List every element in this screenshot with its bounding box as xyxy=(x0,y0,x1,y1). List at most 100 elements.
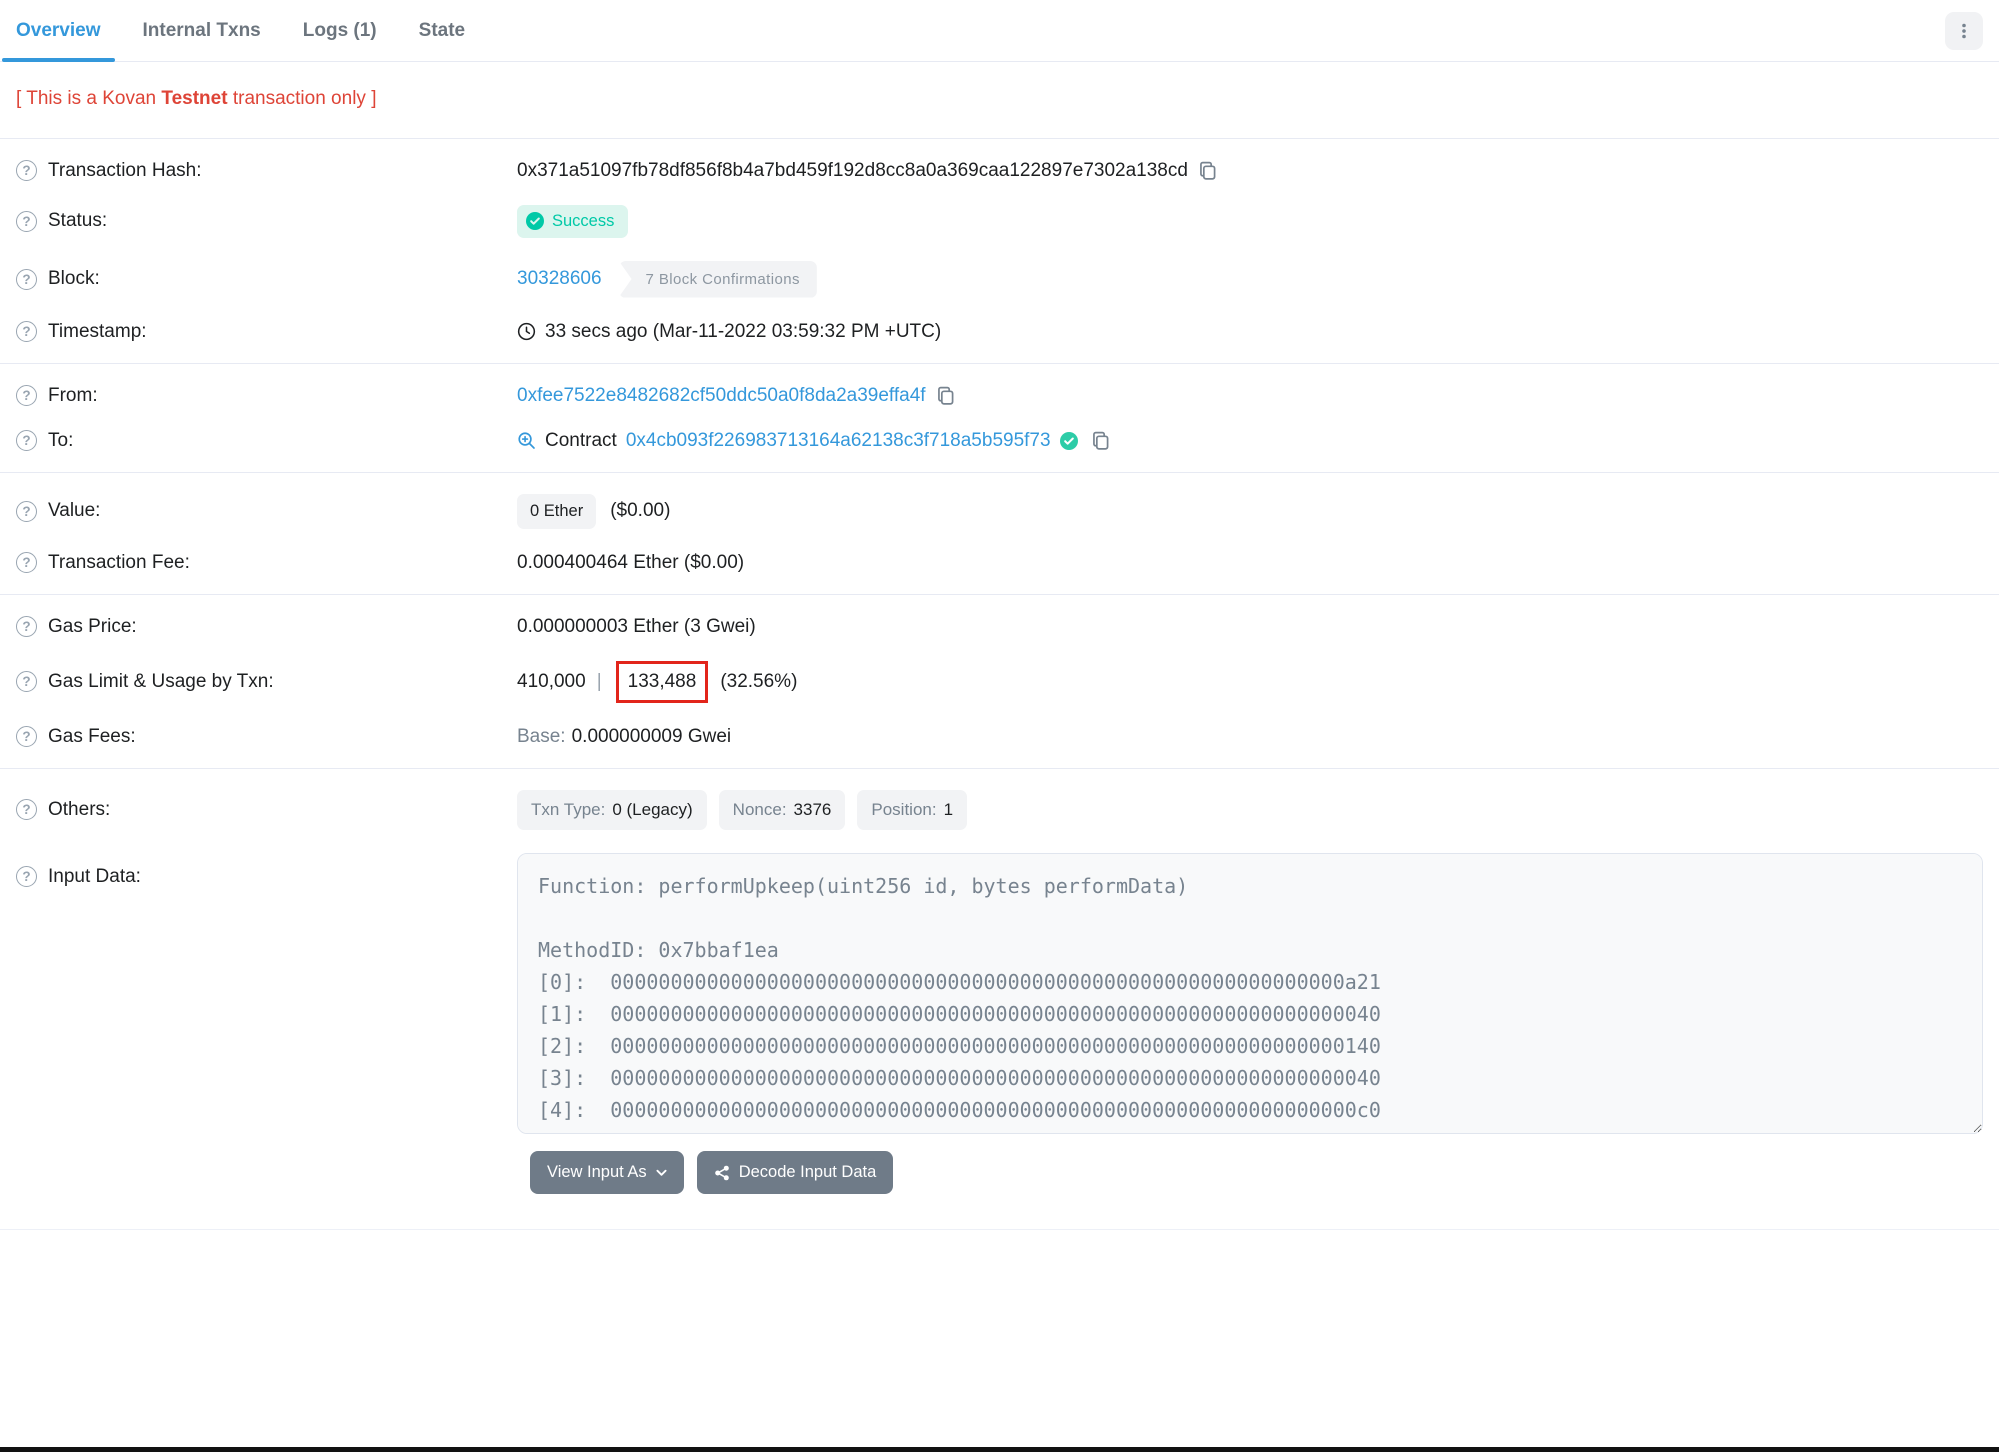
nonce-pill: Nonce: 3376 xyxy=(718,789,846,830)
transaction-fee-value: 0.000400464 Ether ($0.00) xyxy=(517,551,745,573)
section-gas: Gas Price: 0.000000003 Ether (3 Gwei) Ga… xyxy=(0,595,1999,769)
copy-icon xyxy=(1090,430,1111,451)
testnet-warning-suffix: transaction only ] xyxy=(227,88,377,109)
gas-fees-row: Gas Fees: Base: 0.000000009 Gwei xyxy=(16,714,1983,759)
value-row: Value: 0 Ether ($0.00) xyxy=(16,482,1983,540)
help-icon[interactable] xyxy=(16,799,37,820)
view-input-as-button[interactable]: View Input As xyxy=(530,1151,684,1194)
position-pill: Position: 1 xyxy=(857,789,968,830)
gas-limit-usage-label: Gas Limit & Usage by Txn: xyxy=(48,670,274,692)
others-label: Others: xyxy=(48,798,111,820)
block-label: Block: xyxy=(48,268,100,289)
chevron-down-icon xyxy=(656,1169,667,1177)
input-data-row: Input Data: Function: performUpkeep(uint… xyxy=(16,841,1983,1145)
kebab-menu-icon xyxy=(1956,23,1972,39)
help-icon[interactable] xyxy=(16,552,37,573)
txn-type-key: Txn Type: xyxy=(531,799,606,819)
status-badge-label: Success xyxy=(552,211,615,230)
verified-contract-icon xyxy=(1059,431,1078,450)
copy-from-address-button[interactable] xyxy=(935,385,956,406)
section-overview-top: Transaction Hash: 0x371a51097fb78df856f8… xyxy=(0,139,1999,364)
decode-input-data-button[interactable]: Decode Input Data xyxy=(696,1151,894,1194)
from-label: From: xyxy=(48,384,98,406)
to-row: To: Contract 0x4cb093f226983713164a62138… xyxy=(16,418,1983,463)
position-key: Position: xyxy=(871,799,937,819)
help-icon[interactable] xyxy=(16,671,37,692)
decode-icon xyxy=(714,1165,730,1181)
section-others-input: Others: Txn Type: 0 (Legacy) Nonce: 3376… xyxy=(0,769,1999,1230)
copy-to-address-button[interactable] xyxy=(1090,430,1111,451)
testnet-warning: [ This is a Kovan Testnet transaction on… xyxy=(0,62,1999,139)
tab-logs[interactable]: Logs (1) xyxy=(289,0,391,61)
input-data-actions: View Input As Decode Input Data xyxy=(16,1145,1983,1220)
help-icon[interactable] xyxy=(16,430,37,451)
help-icon[interactable] xyxy=(16,726,37,747)
copy-icon xyxy=(1197,160,1218,181)
gas-separator: | xyxy=(596,670,602,692)
value-label: Value: xyxy=(48,500,101,521)
help-icon[interactable] xyxy=(16,385,37,406)
status-label: Status: xyxy=(48,210,108,231)
tab-overview[interactable]: Overview xyxy=(2,0,115,62)
decode-input-data-button-label: Decode Input Data xyxy=(738,1163,877,1181)
block-number-link[interactable]: 30328606 xyxy=(517,268,602,290)
more-options-button[interactable] xyxy=(1945,12,1983,50)
others-row: Others: Txn Type: 0 (Legacy) Nonce: 3376… xyxy=(16,778,1983,841)
block-row: Block: 30328606 7 Block Confirmations xyxy=(16,249,1983,309)
check-circle-icon xyxy=(526,212,544,230)
help-icon[interactable] xyxy=(16,268,37,290)
txn-type-value: 0 (Legacy) xyxy=(612,799,693,819)
help-icon[interactable] xyxy=(16,160,37,181)
nonce-value: 3376 xyxy=(793,799,832,819)
status-badge: Success xyxy=(517,204,629,238)
gas-price-label: Gas Price: xyxy=(48,615,137,637)
testnet-warning-prefix: [ This is a Kovan xyxy=(16,88,162,109)
from-address-link[interactable]: 0xfee7522e8482682cf50ddc50a0f8da2a39effa… xyxy=(517,385,926,407)
copy-icon xyxy=(935,385,956,406)
to-address-link[interactable]: 0x4cb093f226983713164a62138c3f718a5b595f… xyxy=(626,430,1051,452)
transaction-fee-row: Transaction Fee: 0.000400464 Ether ($0.0… xyxy=(16,540,1983,585)
gas-limit-usage-row: Gas Limit & Usage by Txn: 410,000 | 133,… xyxy=(16,649,1983,714)
gas-price-value: 0.000000003 Ether (3 Gwei) xyxy=(517,615,756,637)
help-icon[interactable] xyxy=(16,866,37,887)
help-icon[interactable] xyxy=(16,616,37,637)
gas-fees-base-value: 0.000000009 Gwei xyxy=(571,725,732,747)
to-contract-word: Contract xyxy=(545,429,617,451)
magnifier-plus-icon[interactable] xyxy=(517,431,536,450)
section-value-fee: Value: 0 Ether ($0.00) Transaction Fee: … xyxy=(0,473,1999,595)
view-input-as-button-label: View Input As xyxy=(547,1163,647,1181)
txn-type-pill: Txn Type: 0 (Legacy) xyxy=(517,789,707,830)
section-addresses: From: 0xfee7522e8482682cf50ddc50a0f8da2a… xyxy=(0,364,1999,473)
copy-hash-button[interactable] xyxy=(1197,160,1218,181)
clock-icon xyxy=(517,322,536,341)
position-value: 1 xyxy=(943,799,954,819)
tab-state[interactable]: State xyxy=(405,0,479,61)
input-data-label: Input Data: xyxy=(48,865,141,887)
timestamp-row: Timestamp: 33 secs ago (Mar-11-2022 03:5… xyxy=(16,309,1983,354)
transaction-hash-row: Transaction Hash: 0x371a51097fb78df856f8… xyxy=(16,148,1983,193)
block-confirmations-badge: 7 Block Confirmations xyxy=(618,260,817,298)
gas-used-value-annotated: 133,488 xyxy=(615,660,709,703)
nonce-key: Nonce: xyxy=(732,799,787,819)
gas-fees-base-label: Base: xyxy=(517,725,566,747)
gas-price-row: Gas Price: 0.000000003 Ether (3 Gwei) xyxy=(16,604,1983,649)
bottom-edge-bar xyxy=(0,1447,1999,1452)
input-data-textarea[interactable]: Function: performUpkeep(uint256 id, byte… xyxy=(517,852,1983,1134)
help-icon[interactable] xyxy=(16,210,37,232)
status-row: Status: Success xyxy=(16,193,1983,249)
help-icon[interactable] xyxy=(16,500,37,522)
help-icon[interactable] xyxy=(16,321,37,342)
transaction-hash-value: 0x371a51097fb78df856f8b4a7bd459f192d8cc8… xyxy=(517,159,1188,181)
timestamp-label: Timestamp: xyxy=(48,320,147,342)
value-ether-badge: 0 Ether xyxy=(517,493,597,529)
gas-fees-label: Gas Fees: xyxy=(48,725,136,747)
tab-internal-txns[interactable]: Internal Txns xyxy=(129,0,275,61)
testnet-warning-bold: Testnet xyxy=(161,88,228,109)
value-usd: ($0.00) xyxy=(610,500,671,521)
tab-bar: Overview Internal Txns Logs (1) State xyxy=(0,0,1999,62)
to-label: To: xyxy=(48,429,74,451)
from-row: From: 0xfee7522e8482682cf50ddc50a0f8da2a… xyxy=(16,373,1983,418)
gas-limit-value: 410,000 xyxy=(517,670,586,692)
transaction-hash-label: Transaction Hash: xyxy=(48,159,202,181)
transaction-fee-label: Transaction Fee: xyxy=(48,551,190,573)
